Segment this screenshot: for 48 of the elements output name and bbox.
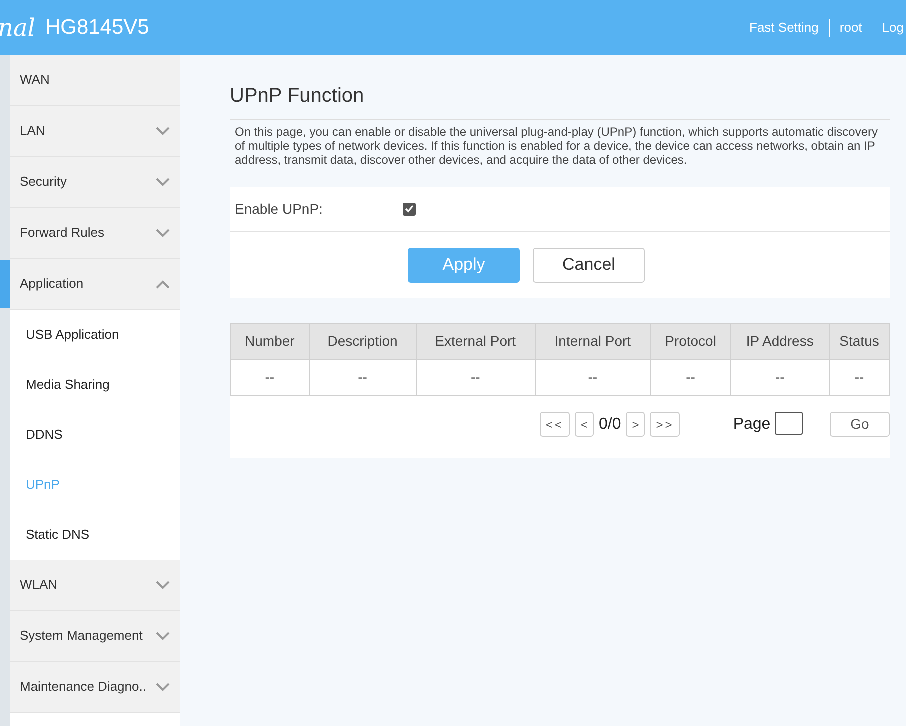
menu-group[interactable]: LAN [10, 106, 180, 157]
menu-label: WAN [20, 71, 50, 90]
go-button[interactable]: Go [830, 412, 890, 437]
menu-group[interactable]: Security [10, 157, 180, 208]
table-cell: -- [416, 360, 536, 396]
menu-label: Security [20, 173, 67, 192]
page-title: UPnP Function [230, 81, 890, 120]
previous-page-button[interactable]: < [575, 412, 594, 437]
menu-group[interactable]: Maintenance Diagno.. [10, 662, 180, 713]
model-name: HG8145V5 [45, 14, 150, 41]
menu-group[interactable]: WLAN [10, 560, 180, 611]
menu-label: LAN [20, 122, 46, 140]
column-header: Number [230, 324, 310, 360]
menu-item[interactable]: Static DNS [10, 510, 180, 560]
next-page-button[interactable]: > [626, 412, 646, 437]
checkbox[interactable] [403, 202, 416, 216]
menu-label: System Management [20, 627, 143, 646]
logo-text: nal [0, 12, 36, 44]
first-page-button[interactable]: << [540, 412, 570, 437]
menu-group[interactable]: System Management [10, 611, 180, 662]
table-cell: -- [535, 360, 651, 396]
menu-group[interactable]: WAN [10, 55, 180, 106]
page-label: Page [733, 415, 771, 435]
column-header: Description [309, 324, 416, 360]
cancel-button[interactable]: Cancel [533, 248, 645, 282]
last-page-button[interactable]: >> [650, 412, 680, 437]
column-header: Internal Port [535, 324, 651, 360]
table-cell: -- [730, 360, 830, 396]
menu-label: Maintenance Diagno.. [20, 678, 146, 696]
column-header: IP Address [730, 324, 830, 360]
table-cell: -- [309, 360, 416, 396]
column-header: Protocol [650, 324, 731, 360]
column-header: External Port [416, 324, 536, 360]
table-cell: -- [650, 360, 731, 396]
table-cell: -- [830, 360, 890, 396]
menu-item[interactable]: Media Sharing [10, 360, 180, 410]
menu-group[interactable]: Forward Rules [10, 208, 180, 259]
page-description: On this page, you can enable or disable the universal plug-and-play (UPnP) function, which supports automatic discovery of multiple types of network devices. If this function is enabled for a device, the device can access networks, obtain an IP address, transmit data, discover other devices, and acquire the data of other devices. [234, 124, 880, 169]
menu-label: Application [20, 275, 84, 294]
field-label: Enable UPnP: [235, 200, 324, 218]
menu-label: Forward Rules [20, 224, 105, 242]
menu-item[interactable]: DDNS [10, 410, 180, 460]
column-header: Status [830, 324, 890, 360]
menu-label: WLAN [20, 576, 58, 594]
menu-item[interactable]: USB Application [10, 310, 180, 360]
page-count: 0/0 [599, 414, 622, 434]
table-cell: -- [230, 360, 310, 396]
page-input[interactable] [774, 412, 803, 435]
